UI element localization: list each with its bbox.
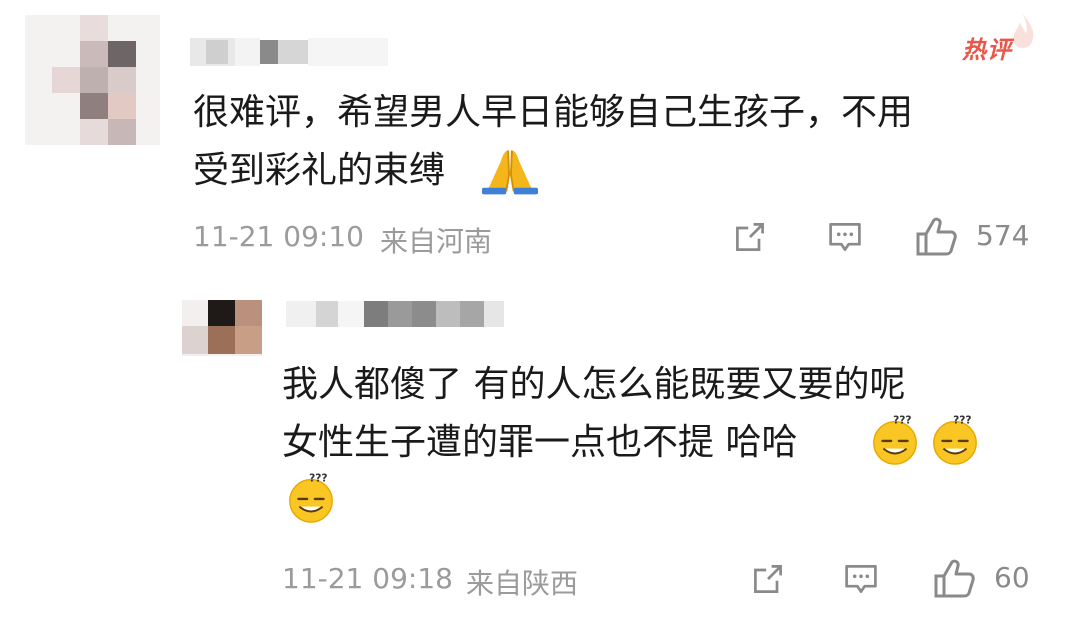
like-count: 60	[994, 561, 1030, 594]
comment-text-line2: 女性生子遭的罪一点也不提 哈哈	[282, 422, 798, 463]
hot-comment-badge: 热评	[962, 36, 1012, 64]
comment-location: 来自河南	[380, 225, 493, 258]
thumbs-up-icon[interactable]	[932, 556, 976, 600]
username-blurred[interactable]	[190, 38, 390, 68]
username-blurred[interactable]	[286, 301, 506, 331]
dizzy-grin-emoji: ???	[873, 415, 917, 465]
svg-text:???: ???	[309, 473, 327, 485]
thumbs-up-icon[interactable]	[914, 214, 958, 258]
comment-time: 11-21 09:18	[282, 562, 453, 595]
comment-time: 11-21 09:10	[193, 220, 364, 253]
avatar[interactable]	[182, 300, 262, 356]
svg-text:???: ???	[953, 415, 971, 427]
dizzy-grin-emoji: ???	[933, 415, 977, 465]
share-icon[interactable]	[750, 561, 786, 597]
svg-text:???: ???	[893, 415, 911, 427]
share-icon[interactable]	[732, 219, 768, 255]
comment-location: 来自陕西	[466, 567, 579, 600]
comment-text-line2: 受到彩礼的束缚	[193, 150, 446, 191]
dizzy-grin-emoji: ???	[289, 473, 333, 523]
like-count: 574	[976, 219, 1030, 252]
flame-icon	[1013, 14, 1034, 48]
comment-text-line1: 我人都傻了 有的人怎么能既要又要的呢	[282, 364, 906, 405]
comment-icon[interactable]	[842, 561, 880, 597]
avatar[interactable]	[25, 15, 160, 145]
folded-hands-emoji	[482, 150, 538, 195]
comment-text-line1: 很难评，希望男人早日能够自己生孩子，不用	[193, 92, 914, 133]
comment-icon[interactable]	[826, 219, 864, 255]
